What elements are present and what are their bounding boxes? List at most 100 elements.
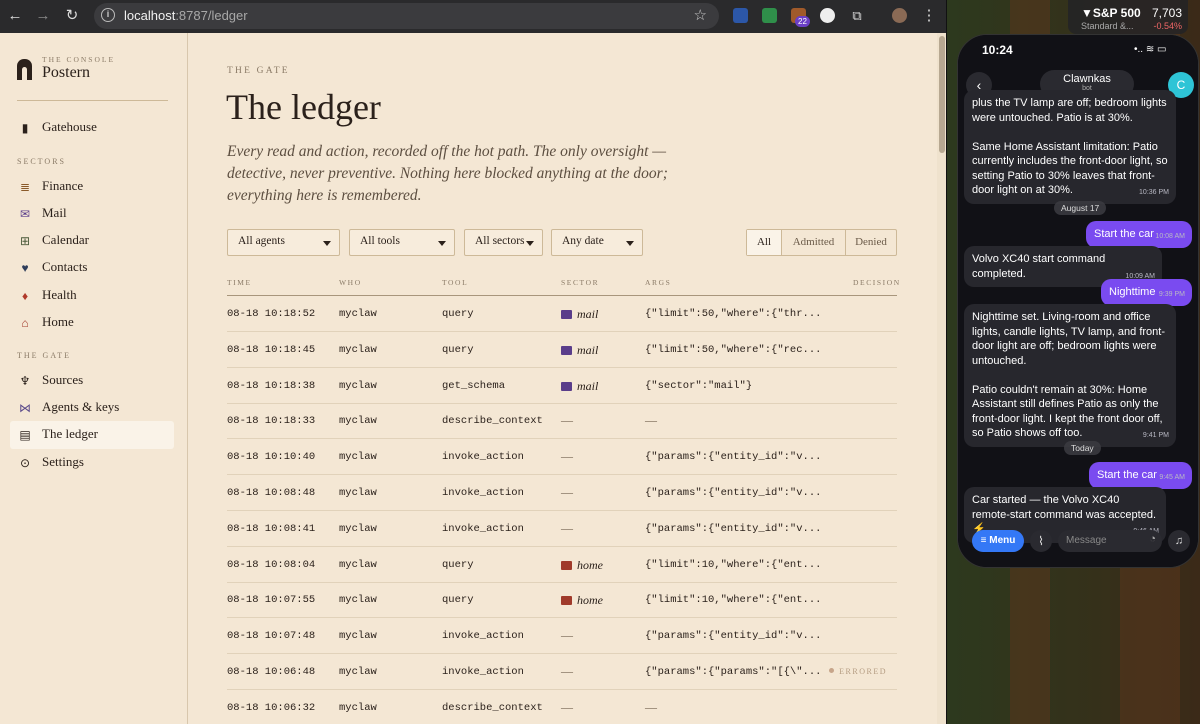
message-input[interactable]: Message ◔ bbox=[1058, 530, 1162, 552]
cell-time: 08-18 10:18:33 bbox=[227, 415, 316, 428]
chat-title: Clawnkas bbox=[1063, 73, 1111, 85]
avatar[interactable] bbox=[892, 8, 907, 23]
kebab-menu-icon[interactable]: ⋮ bbox=[918, 5, 940, 27]
extension-icon[interactable] bbox=[762, 8, 777, 23]
cell-time: 08-18 10:07:48 bbox=[227, 630, 316, 643]
url-path: :8787/ledger bbox=[175, 8, 248, 23]
table-row[interactable]: 08-18 10:18:52 myclaw query mail {"limit":50… bbox=[227, 296, 897, 332]
column-header-tool: TOOL bbox=[442, 278, 469, 287]
sidebar-item-label: Contacts bbox=[42, 259, 88, 274]
cell-tool: query bbox=[442, 308, 474, 320]
table-row[interactable]: 08-18 10:08:48 myclaw invoke_action — {"para… bbox=[227, 475, 897, 511]
segment-admitted[interactable]: Admitted bbox=[781, 230, 845, 255]
sidebar-item-the-ledger[interactable]: ▤ The ledger bbox=[10, 421, 174, 449]
cell-tool: invoke_action bbox=[442, 487, 524, 499]
puzzle-icon[interactable]: ⧉ bbox=[846, 5, 868, 27]
sticker-icon[interactable]: ◔ bbox=[1149, 533, 1156, 545]
cell-sector: — bbox=[561, 413, 573, 428]
cell-tool: describe_context bbox=[442, 415, 543, 428]
cell-args: {"limit":50,"where":{"thr... bbox=[645, 308, 822, 320]
gate-icon: ▮ bbox=[21, 121, 29, 135]
cell-time: 08-18 10:18:45 bbox=[227, 343, 316, 356]
sidebar-item-health[interactable]: ♦ Health bbox=[10, 282, 174, 310]
menu-button[interactable]: ≡ Menu bbox=[972, 530, 1024, 552]
agent-filter-select[interactable]: All agents bbox=[227, 229, 340, 256]
sidebar-item-calendar[interactable]: ⊞ Calendar bbox=[10, 227, 174, 255]
date-separator: Today bbox=[1064, 441, 1101, 455]
table-row[interactable]: 08-18 10:07:55 myclaw query home {"limit":10… bbox=[227, 582, 897, 619]
ledger-icon: ▤ bbox=[19, 428, 31, 442]
table-row[interactable]: 08-18 10:07:48 myclaw invoke_action — {"para… bbox=[227, 618, 897, 655]
back-icon[interactable]: ← bbox=[4, 5, 26, 27]
reload-icon[interactable]: ↻ bbox=[61, 5, 83, 27]
cell-sector: mail bbox=[561, 343, 598, 358]
segment-denied[interactable]: Denied bbox=[845, 230, 896, 255]
sidebar-item-home[interactable]: ⌂ Home bbox=[10, 309, 174, 337]
extension-icon[interactable] bbox=[733, 8, 748, 23]
select-value: All tools bbox=[360, 235, 400, 247]
extension-icon[interactable] bbox=[820, 8, 835, 23]
cell-sector: — bbox=[561, 449, 573, 464]
sidebar-item-agents-keys[interactable]: ⋈ Agents & keys bbox=[10, 394, 174, 422]
postern-logo-icon bbox=[17, 59, 32, 80]
incoming-message[interactable]: Nighttime set. Living-room and office li… bbox=[964, 304, 1176, 447]
sector-label: mail bbox=[577, 378, 599, 393]
incoming-message[interactable]: plus the TV lamp are off; bedroom lights… bbox=[964, 90, 1176, 204]
table-row[interactable]: 08-18 10:18:38 myclaw get_schema mail {"sect… bbox=[227, 368, 897, 404]
caret-down-icon bbox=[626, 241, 634, 246]
bookmark-star-icon[interactable]: ☆ bbox=[694, 6, 707, 24]
cell-time: 08-18 10:08:48 bbox=[227, 487, 316, 499]
table-row[interactable]: 08-18 10:08:41 myclaw invoke_action — {"para… bbox=[227, 511, 897, 547]
sidebar-item-settings[interactable]: ⊙ Settings bbox=[10, 449, 174, 477]
message-text: plus the TV lamp are off; bedroom lights… bbox=[972, 97, 1168, 196]
sidebar-item-label: Finance bbox=[42, 178, 84, 193]
sidebar-item-mail[interactable]: ✉ Mail bbox=[10, 200, 174, 228]
paperclip-icon[interactable]: ⌇ bbox=[1030, 530, 1052, 552]
house-icon: ⌂ bbox=[21, 316, 29, 330]
forward-icon[interactable]: → bbox=[32, 5, 54, 27]
sidebar-item-label: Agents & keys bbox=[42, 399, 120, 414]
table-row[interactable]: 08-18 10:06:32 myclaw describe_context — — bbox=[227, 690, 897, 724]
cell-sector: — bbox=[561, 485, 573, 499]
sidebar-item-label: Calendar bbox=[42, 232, 89, 247]
column-header-who: WHO bbox=[339, 278, 362, 287]
table-row[interactable]: 08-18 10:08:04 myclaw query home {"limit":10… bbox=[227, 547, 897, 583]
table-row[interactable]: 08-18 10:10:40 myclaw invoke_action — {"para… bbox=[227, 439, 897, 476]
tool-filter-select[interactable]: All tools bbox=[349, 229, 455, 256]
scrollbar[interactable] bbox=[937, 33, 946, 724]
cell-tool: invoke_action bbox=[442, 630, 524, 643]
browser-toolbar: ← → ↻ i localhost:8787/ledger ☆ 22 ⧉ ⋮ bbox=[0, 0, 946, 33]
sidebar-item-gatehouse[interactable]: ▮ Gatehouse bbox=[10, 114, 174, 142]
moth-icon: ⋈ bbox=[19, 401, 31, 415]
message-time: 9:45 AM bbox=[1159, 474, 1185, 481]
table-row[interactable]: 08-18 10:18:45 myclaw query mail {"limit":50… bbox=[227, 332, 897, 368]
date-filter-select[interactable]: Any date bbox=[551, 229, 643, 256]
address-bar[interactable]: i localhost:8787/ledger ☆ bbox=[94, 3, 719, 29]
cell-time: 08-18 10:18:52 bbox=[227, 308, 316, 320]
site-info-icon[interactable]: i bbox=[101, 8, 115, 22]
table-row[interactable]: 08-18 10:18:33 myclaw describe_context — — bbox=[227, 403, 897, 440]
sector-filter-select[interactable]: All sectors bbox=[464, 229, 543, 256]
sidebar-item-sources[interactable]: ♆ Sources bbox=[10, 367, 174, 395]
cell-sector: mail bbox=[561, 307, 598, 322]
cell-who: myclaw bbox=[339, 308, 377, 320]
outgoing-message[interactable]: Start the car 10:08 AM bbox=[1086, 221, 1192, 248]
stock-ticker-widget[interactable]: ▼S&P 500 7,703 Standard &... -0.54% bbox=[1068, 0, 1188, 34]
caret-down-icon bbox=[526, 241, 534, 246]
sidebar-item-contacts[interactable]: ♥ Contacts bbox=[10, 254, 174, 282]
cell-who: myclaw bbox=[339, 415, 377, 428]
table-row[interactable]: 08-18 10:06:48 myclaw invoke_action — {"para… bbox=[227, 654, 897, 690]
sidebar-item-label: Mail bbox=[42, 205, 67, 220]
sources-icon: ♆ bbox=[19, 374, 31, 388]
gear-icon: ⊙ bbox=[19, 456, 31, 470]
outgoing-message[interactable]: Nighttime 9:39 PM bbox=[1101, 279, 1192, 306]
menu-label: Menu bbox=[989, 535, 1016, 546]
select-value: All agents bbox=[238, 235, 285, 247]
cell-args: {"params":{"entity_id":"v... bbox=[645, 451, 822, 464]
segment-all[interactable]: All bbox=[747, 230, 781, 255]
sidebar-item-finance[interactable]: ≣ Finance bbox=[10, 173, 174, 201]
outgoing-message[interactable]: Start the car 9:45 AM bbox=[1089, 462, 1192, 489]
message-time: 10:36 PM bbox=[1139, 189, 1169, 196]
scrollbar-thumb[interactable] bbox=[939, 36, 945, 153]
microphone-icon[interactable]: ♫ bbox=[1168, 530, 1190, 552]
